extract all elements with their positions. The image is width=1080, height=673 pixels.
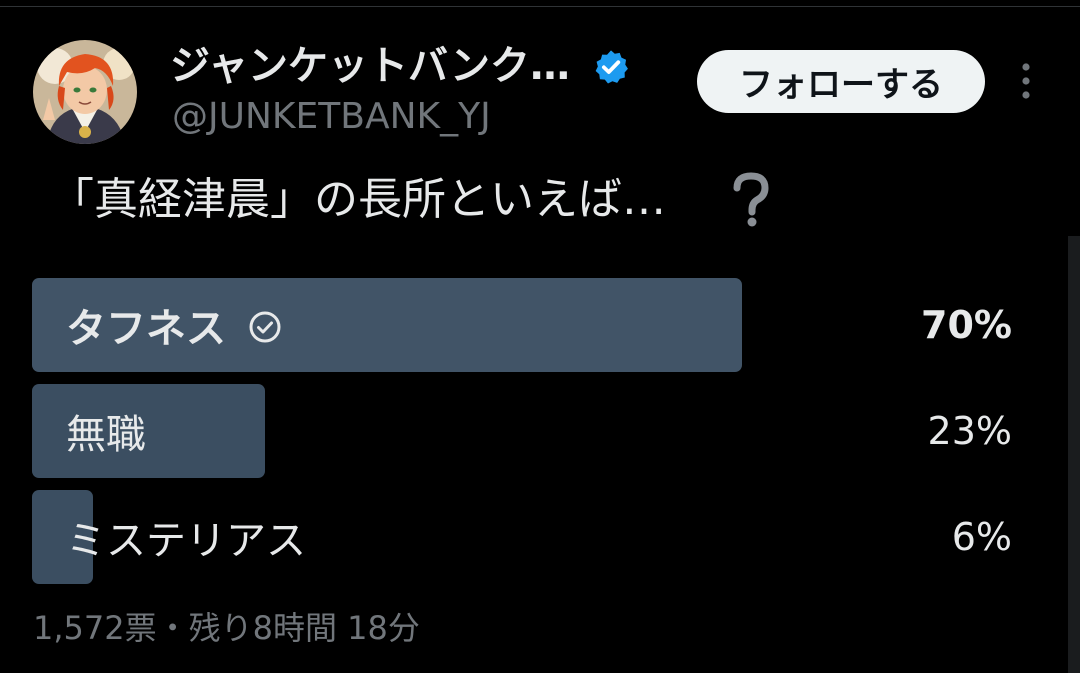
poll-option-percent: 23%	[927, 409, 1012, 453]
poll-option-percent: 70%	[921, 303, 1012, 347]
poll-option-toughness[interactable]: タフネス 70%	[32, 278, 1042, 372]
poll-option-label: ミステリアス	[66, 518, 306, 564]
follow-button[interactable]: フォローする	[697, 50, 985, 113]
question-mark-icon	[727, 172, 775, 228]
author-display-name[interactable]: ジャンケットバンク…	[170, 40, 570, 92]
author-handle[interactable]: @JUNKETBANK_YJ	[172, 94, 491, 140]
poll-meta: 1,572票・残り8時間 18分	[33, 609, 420, 647]
verified-badge-icon	[592, 48, 630, 86]
poll-option-unemployed[interactable]: 無職 23%	[32, 384, 1042, 478]
poll-option-percent: 6%	[951, 515, 1012, 559]
more-vertical-icon[interactable]	[1012, 60, 1040, 104]
profile-avatar[interactable]	[33, 40, 137, 144]
poll-option-label: 無職	[66, 412, 146, 458]
scrollbar-track[interactable]	[1068, 236, 1080, 673]
top-divider	[0, 6, 1080, 7]
poll-option-mysterious[interactable]: ミステリアス 6%	[32, 490, 1042, 584]
check-circle-icon	[248, 308, 282, 343]
poll-option-label: タフネス	[66, 306, 226, 352]
tweet-text: 「真経津晨」の長所といえば…	[50, 174, 666, 225]
